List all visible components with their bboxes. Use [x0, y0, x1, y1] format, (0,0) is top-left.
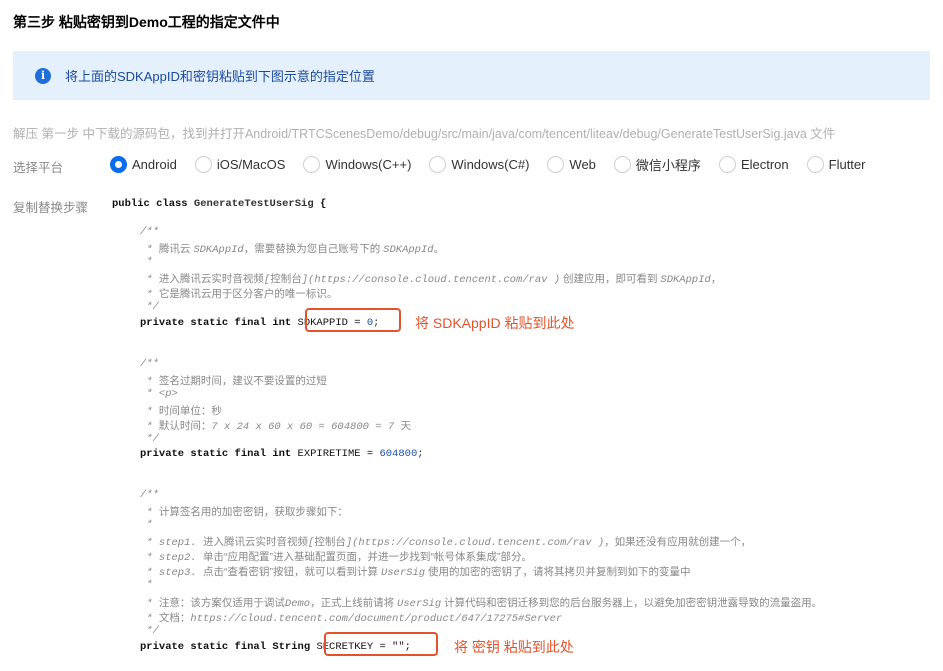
radio-circle[interactable] — [613, 156, 631, 173]
radio-label: Windows(C++) — [325, 157, 412, 172]
comment-line: /** — [140, 489, 159, 501]
comment-line: * — [140, 256, 153, 268]
sdkappid-annotation: 将 SDKAppID 粘贴到此处 — [415, 315, 575, 331]
radio-flutter[interactable]: Flutter — [806, 156, 866, 173]
code-block: public class GenerateTestUserSig { /** *… — [112, 195, 932, 665]
comment-line: * 计算签名用的加密密钥，获取步骤如下： — [140, 506, 348, 519]
radio-circle[interactable] — [110, 156, 127, 173]
radio-circle[interactable] — [547, 156, 565, 173]
expiretime-declaration: private static final int EXPIRETIME = 60… — [140, 448, 424, 460]
comment-line: * step2. 单击“应用配置”进入基础配置页面，并进一步找到“帐号体系集成”… — [140, 551, 533, 564]
comment-line: * 它是腾讯云用于区分客户的唯一标识。 — [140, 288, 338, 301]
radio-web[interactable]: Web — [547, 156, 596, 173]
notice-text: 将上面的SDKAppID和密钥粘贴到下图示意的指定位置 — [65, 69, 375, 84]
comment-line: * 签名过期时间，建议不要设置的过短 — [140, 375, 327, 388]
comment-line: * 进入腾讯云实时音视频[控制台](https://console.cloud.… — [140, 273, 722, 286]
radio-label: iOS/MacOS — [216, 157, 286, 172]
comment-line: * <p> — [140, 388, 178, 400]
radio-label: Electron — [740, 157, 789, 172]
radio-circle[interactable] — [429, 156, 447, 173]
comment-line: * step3. 点击“查看密钥”按钮，就可以看到计算 UserSig 使用的加… — [140, 566, 691, 579]
radio-label: Windows(C#) — [451, 157, 530, 172]
steps-label: 复制替换步骤 — [13, 201, 89, 215]
file-path-hint: 解压 第一步 中下载的源码包，找到并打开Android/TRTCScenesDe… — [13, 127, 836, 141]
secretkey-highlight-box — [324, 632, 438, 656]
comment-line: /** — [140, 358, 159, 370]
radio-circle[interactable] — [806, 156, 824, 173]
radio-electron[interactable]: Electron — [718, 156, 789, 173]
page-title: 第三步 粘贴密钥到Demo工程的指定文件中 — [13, 14, 280, 30]
comment-line: * 默认时间：7 x 24 x 60 x 60 = 604800 = 7 天 — [140, 420, 411, 433]
comment-line: */ — [140, 301, 159, 313]
radio-label: Web — [569, 157, 596, 172]
sdkappid-highlight-box — [305, 308, 401, 332]
secretkey-annotation: 将 密钥 粘贴到此处 — [454, 639, 574, 655]
platform-radio-group: Android iOS/MacOS Windows(C++) Windows(C… — [110, 155, 883, 174]
comment-line: * step1. 进入腾讯云实时音视频[控制台](https://console… — [140, 536, 752, 549]
radio-circle[interactable] — [194, 156, 212, 173]
radio-android[interactable]: Android — [110, 156, 177, 173]
info-notice: i 将上面的SDKAppID和密钥粘贴到下图示意的指定位置 — [13, 51, 930, 100]
comment-line: * 注意：该方案仅适用于调试Demo，正式上线前请将 UserSig 计算代码和… — [140, 597, 823, 610]
info-icon: i — [35, 67, 51, 84]
radio-circle[interactable] — [718, 156, 736, 173]
radio-ios-macos[interactable]: iOS/MacOS — [194, 156, 286, 173]
class-declaration: public class GenerateTestUserSig { — [112, 198, 327, 210]
radio-windows-cpp[interactable]: Windows(C++) — [303, 156, 411, 173]
comment-line: */ — [140, 625, 159, 637]
comment-line: /** — [140, 226, 159, 238]
radio-circle[interactable] — [303, 156, 321, 173]
radio-wechat-miniprogram[interactable]: 微信小程序 — [613, 155, 701, 174]
comment-line: * — [140, 519, 153, 531]
comment-line: * — [140, 579, 153, 591]
platform-label: 选择平台 — [13, 161, 64, 175]
radio-label: 微信小程序 — [635, 158, 701, 173]
comment-line: * 时间单位：秒 — [140, 405, 222, 418]
radio-windows-csharp[interactable]: Windows(C#) — [429, 156, 529, 173]
comment-line: */ — [140, 433, 159, 445]
radio-label: Flutter — [828, 157, 866, 172]
comment-line: * 腾讯云 SDKAppId，需要替换为您自己账号下的 SDKAppId。 — [140, 243, 445, 256]
radio-label: Android — [132, 157, 177, 172]
comment-line: * 文档：https://cloud.tencent.com/document/… — [140, 612, 563, 625]
